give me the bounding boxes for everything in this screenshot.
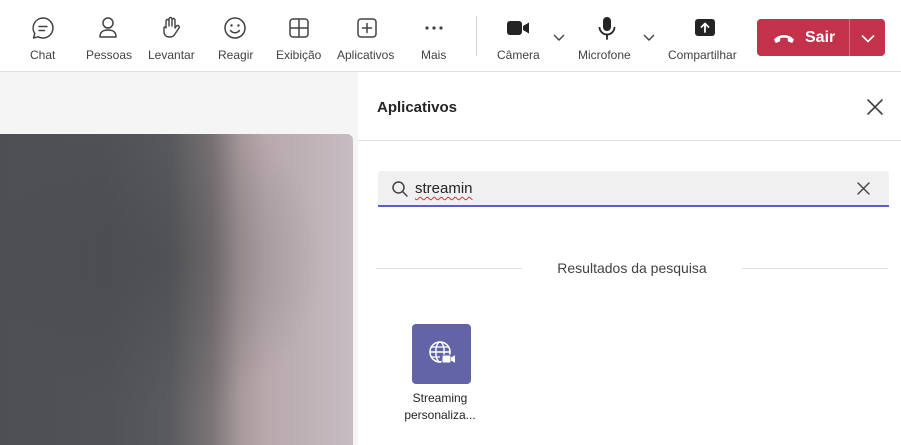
leave-label: Sair: [805, 28, 836, 46]
panel-title: Aplicativos: [377, 99, 458, 116]
app-name-line2: personaliza...: [404, 408, 476, 422]
share-label: Compartilhar: [668, 48, 737, 62]
search-value[interactable]: streamin: [415, 180, 473, 197]
search-icon: [392, 181, 408, 197]
microphone-icon: [598, 17, 616, 40]
view-button[interactable]: Exibição: [274, 0, 324, 72]
leave-button[interactable]: Sair: [757, 19, 849, 56]
app-icon-tile: [412, 324, 471, 384]
plus-square-icon: [357, 18, 377, 38]
share-tray-icon: [695, 19, 715, 36]
app-result-item[interactable]: Streaming personaliza...: [390, 324, 490, 434]
raise-label: Levantar: [148, 48, 195, 62]
meeting-toolbar: Chat Pessoas Levantar Reagir Exibição Ap…: [0, 0, 901, 72]
more-button[interactable]: Mais: [417, 0, 451, 72]
camera-options-chevron-icon[interactable]: [552, 30, 566, 44]
camera-icon: [507, 21, 529, 35]
people-button[interactable]: Pessoas: [84, 0, 132, 72]
apps-label: Aplicativos: [337, 48, 395, 62]
people-label: Pessoas: [86, 48, 133, 62]
divider-line-right: [742, 268, 888, 269]
camera-button[interactable]: Câmera: [494, 0, 542, 72]
chat-button[interactable]: Chat: [23, 0, 63, 72]
hand-icon: [163, 16, 180, 38]
microphone-button[interactable]: Microfone: [576, 0, 638, 72]
leave-button-group: Sair: [757, 19, 885, 56]
raise-hand-button[interactable]: Levantar: [145, 0, 197, 72]
panel-header: Aplicativos: [358, 72, 901, 141]
apps-button[interactable]: Aplicativos: [336, 0, 398, 72]
microphone-label: Microfone: [578, 48, 631, 62]
smile-icon: [224, 17, 246, 39]
participant-video: [0, 134, 353, 445]
people-icon: [99, 17, 117, 38]
more-label: Mais: [421, 48, 447, 62]
app-name: Streaming personaliza...: [390, 390, 490, 424]
app-name-line1: Streaming: [412, 391, 468, 405]
react-label: Reagir: [218, 48, 254, 62]
chat-label: Chat: [30, 48, 56, 62]
results-heading: Resultados da pesquisa: [376, 258, 888, 278]
apps-panel: Aplicativos streamin Resultados da pesqu…: [358, 72, 901, 445]
chevron-down-icon: [860, 34, 875, 43]
clear-search-icon[interactable]: [856, 181, 871, 196]
share-button[interactable]: Compartilhar: [666, 0, 744, 72]
app-search-input[interactable]: streamin: [378, 171, 889, 207]
toolbar-divider: [476, 16, 477, 56]
react-button[interactable]: Reagir: [213, 0, 257, 72]
chat-icon: [32, 17, 54, 39]
view-label: Exibição: [276, 48, 322, 62]
grid-icon: [289, 18, 309, 38]
hang-up-phone-icon: [774, 34, 794, 43]
leave-options-button[interactable]: [850, 19, 885, 56]
camera-label: Câmera: [497, 48, 540, 62]
globe-video-icon: [428, 341, 455, 364]
close-icon[interactable]: [866, 98, 884, 116]
microphone-options-chevron-icon[interactable]: [642, 30, 656, 44]
more-icon: [425, 26, 443, 30]
